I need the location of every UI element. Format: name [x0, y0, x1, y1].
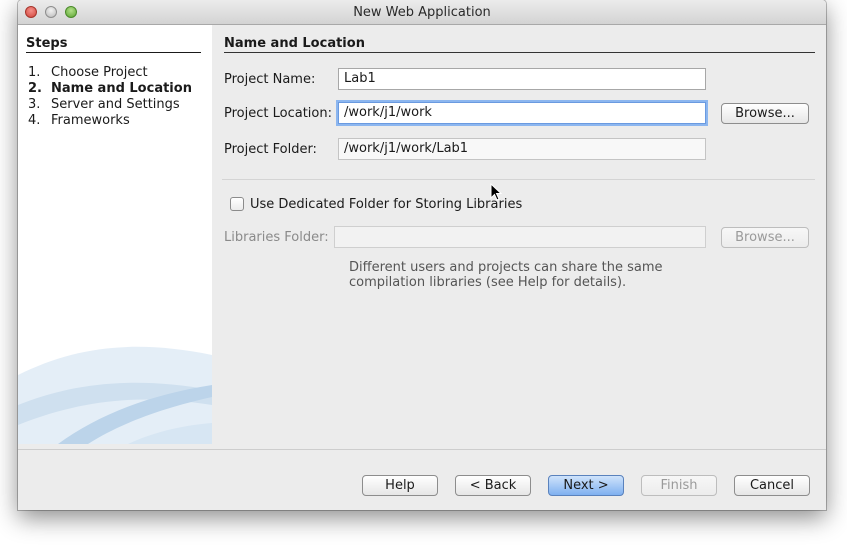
- step-number: 2.: [28, 81, 42, 96]
- step-choose-project: 1. Choose Project: [28, 65, 148, 80]
- step-number: 1.: [28, 65, 41, 80]
- section-title: Name and Location: [224, 36, 365, 51]
- step-number: 4.: [28, 113, 41, 128]
- footer-divider: [18, 449, 826, 450]
- finish-button: Finish: [641, 475, 717, 496]
- next-button[interactable]: Next >: [548, 475, 624, 496]
- dedicated-folder-checkbox[interactable]: [230, 197, 244, 211]
- step-label: Server and Settings: [51, 97, 180, 112]
- project-folder-label: Project Folder:: [224, 142, 317, 157]
- dialog-window: New Web Application Steps 1. Choose Proje…: [18, 0, 826, 510]
- window-title: New Web Application: [353, 5, 491, 20]
- decorative-swoosh-graphic: [18, 337, 212, 444]
- project-location-label: Project Location:: [224, 106, 332, 121]
- project-folder-field: /work/j1/work/Lab1: [338, 138, 706, 160]
- section-divider: [224, 52, 815, 53]
- mouse-pointer-icon: [490, 183, 502, 201]
- project-location-input[interactable]: /work/j1/work: [338, 102, 706, 124]
- libraries-folder-input: [334, 226, 706, 248]
- form-separator: [222, 179, 815, 180]
- dedicated-folder-label[interactable]: Use Dedicated Folder for Storing Librari…: [250, 197, 522, 212]
- title-bar[interactable]: New Web Application: [18, 0, 826, 25]
- help-line: Different users and projects can share t…: [349, 260, 663, 275]
- help-line: compilation libraries (see Help for deta…: [349, 275, 627, 290]
- steps-panel: Steps 1. Choose Project 2. Name and Locati…: [18, 25, 212, 444]
- back-button[interactable]: < Back: [455, 475, 531, 496]
- step-label: Frameworks: [51, 113, 130, 128]
- step-name-and-location: 2. Name and Location: [28, 81, 192, 96]
- steps-title: Steps: [26, 36, 68, 51]
- browse-libraries-button: Browse...: [721, 227, 809, 248]
- step-server-and-settings: 3. Server and Settings: [28, 97, 180, 112]
- step-label: Choose Project: [51, 65, 148, 80]
- step-label: Name and Location: [51, 81, 192, 96]
- content-panel: Name and Location Project Name: Lab1 Pro…: [212, 25, 826, 444]
- libraries-folder-label: Libraries Folder:: [224, 230, 329, 245]
- step-number: 3.: [28, 97, 41, 112]
- cancel-button[interactable]: Cancel: [734, 475, 810, 496]
- project-name-input[interactable]: Lab1: [338, 68, 706, 90]
- steps-divider: [26, 52, 201, 53]
- project-name-label: Project Name:: [224, 72, 316, 87]
- help-button[interactable]: Help: [362, 475, 438, 496]
- browse-location-button[interactable]: Browse...: [721, 103, 809, 124]
- step-frameworks: 4. Frameworks: [28, 113, 130, 128]
- libraries-help-text: Different users and projects can share t…: [349, 260, 663, 290]
